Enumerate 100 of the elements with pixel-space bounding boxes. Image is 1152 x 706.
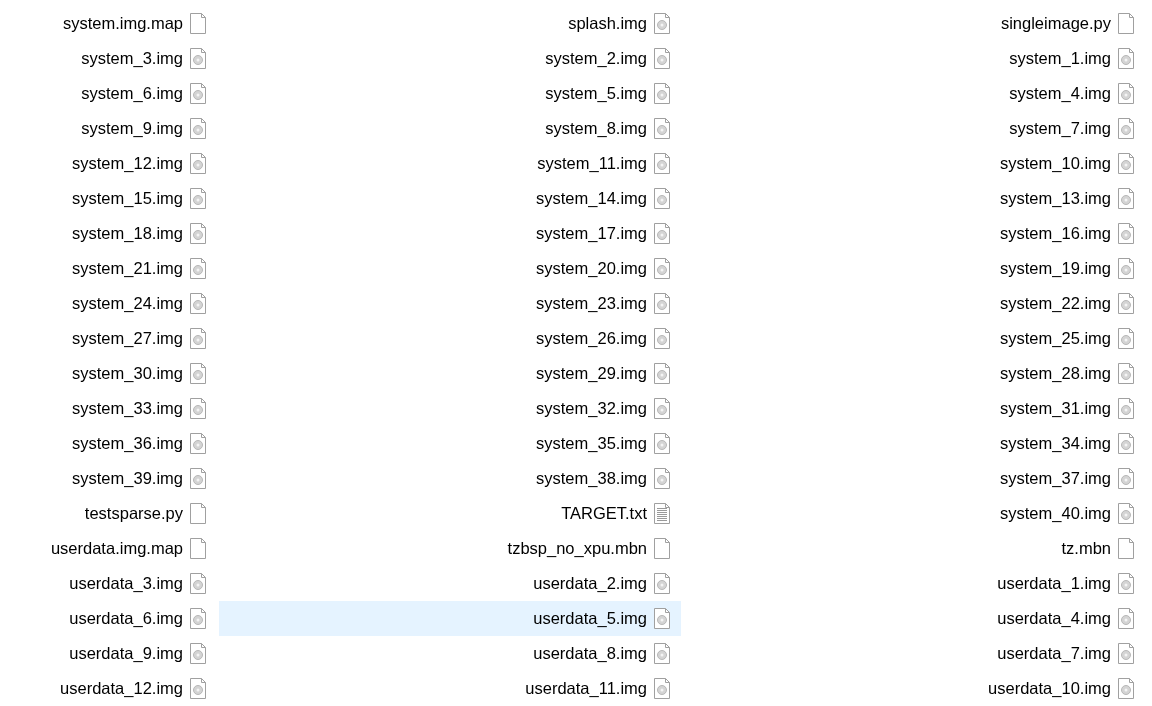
file-item[interactable]: system_9.img [0, 111, 217, 146]
file-item[interactable]: userdata_3.img [0, 566, 217, 601]
disc-image-file-icon [189, 467, 207, 490]
file-item[interactable]: userdata_2.img [219, 566, 681, 601]
file-item[interactable]: system_20.img [219, 251, 681, 286]
file-item[interactable]: singleimage.py [683, 6, 1145, 41]
disc-image-file-icon [189, 292, 207, 315]
disc-image-file-icon [653, 12, 671, 35]
file-item[interactable]: TARGET.txt [219, 496, 681, 531]
file-item[interactable]: system_28.img [683, 356, 1145, 391]
disc-image-file-icon [1117, 642, 1135, 665]
file-item[interactable]: userdata_4.img [683, 601, 1145, 636]
disc-image-file-icon [1117, 607, 1135, 630]
file-item[interactable]: system_40.img [683, 496, 1145, 531]
file-item[interactable]: system_1.img [683, 41, 1145, 76]
file-item[interactable]: system_39.img [0, 461, 217, 496]
disc-image-file-icon [189, 257, 207, 280]
file-item[interactable]: system_30.img [0, 356, 217, 391]
disc-image-file-icon [1117, 292, 1135, 315]
disc-image-file-icon [1117, 187, 1135, 210]
disc-image-file-icon [1117, 257, 1135, 280]
disc-image-file-icon [1117, 327, 1135, 350]
file-item[interactable]: userdata_9.img [0, 636, 217, 671]
disc-image-file-icon [653, 642, 671, 665]
disc-image-file-icon [653, 152, 671, 175]
file-item[interactable]: system_21.img [0, 251, 217, 286]
file-item[interactable]: system_24.img [0, 286, 217, 321]
file-item[interactable]: system_11.img [219, 146, 681, 181]
file-item[interactable]: system_17.img [219, 216, 681, 251]
disc-image-file-icon [189, 572, 207, 595]
file-item[interactable]: system_38.img [219, 461, 681, 496]
file-icon [189, 502, 207, 525]
disc-image-file-icon [189, 327, 207, 350]
disc-image-file-icon [653, 327, 671, 350]
disc-image-file-icon [189, 82, 207, 105]
file-item[interactable]: userdata_11.img [219, 671, 681, 706]
disc-image-file-icon [189, 47, 207, 70]
file-item[interactable]: system_5.img [219, 76, 681, 111]
disc-image-file-icon [189, 117, 207, 140]
file-item[interactable]: system_36.img [0, 426, 217, 461]
disc-image-file-icon [189, 432, 207, 455]
file-item[interactable]: system_31.img [683, 391, 1145, 426]
file-item[interactable]: system_37.img [683, 461, 1145, 496]
file-item[interactable]: system_2.img [219, 41, 681, 76]
file-icon [189, 12, 207, 35]
file-item[interactable]: system_29.img [219, 356, 681, 391]
file-item[interactable]: userdata.img.map [0, 531, 217, 566]
disc-image-file-icon [653, 432, 671, 455]
file-item[interactable]: system_10.img [683, 146, 1145, 181]
disc-image-file-icon [1117, 117, 1135, 140]
file-item[interactable]: system_4.img [683, 76, 1145, 111]
file-item[interactable]: system.img.map [0, 6, 217, 41]
disc-image-file-icon [189, 187, 207, 210]
file-item[interactable]: system_25.img [683, 321, 1145, 356]
file-item[interactable]: system_35.img [219, 426, 681, 461]
file-item[interactable]: system_26.img [219, 321, 681, 356]
file-item[interactable]: userdata_12.img [0, 671, 217, 706]
file-item[interactable]: tzbsp_no_xpu.mbn [219, 531, 681, 566]
file-item[interactable]: system_8.img [219, 111, 681, 146]
file-item[interactable]: system_19.img [683, 251, 1145, 286]
file-item[interactable]: userdata_7.img [683, 636, 1145, 671]
disc-image-file-icon [653, 572, 671, 595]
file-item[interactable]: system_23.img [219, 286, 681, 321]
disc-image-file-icon [653, 47, 671, 70]
file-item[interactable]: system_7.img [683, 111, 1145, 146]
file-item[interactable]: testsparse.py [0, 496, 217, 531]
file-item[interactable]: system_3.img [0, 41, 217, 76]
file-item[interactable]: system_18.img [0, 216, 217, 251]
file-item[interactable]: system_12.img [0, 146, 217, 181]
file-item[interactable]: userdata_1.img [683, 566, 1145, 601]
file-item[interactable]: system_15.img [0, 181, 217, 216]
disc-image-file-icon [653, 222, 671, 245]
text-file-icon [653, 502, 671, 525]
disc-image-file-icon [1117, 222, 1135, 245]
file-item[interactable]: system_6.img [0, 76, 217, 111]
file-item[interactable]: system_14.img [219, 181, 681, 216]
disc-image-file-icon [1117, 47, 1135, 70]
file-item[interactable]: system_27.img [0, 321, 217, 356]
disc-image-file-icon [653, 257, 671, 280]
file-item[interactable]: tz.mbn [683, 531, 1145, 566]
disc-image-file-icon [1117, 677, 1135, 700]
disc-image-file-icon [653, 117, 671, 140]
disc-image-file-icon [1117, 467, 1135, 490]
file-item[interactable]: userdata_5.img [219, 601, 681, 636]
file-item[interactable]: userdata_8.img [219, 636, 681, 671]
disc-image-file-icon [653, 467, 671, 490]
file-item[interactable]: system_22.img [683, 286, 1145, 321]
file-item[interactable]: system_34.img [683, 426, 1145, 461]
file-item[interactable]: userdata_10.img [683, 671, 1145, 706]
file-item[interactable]: splash.img [219, 6, 681, 41]
disc-image-file-icon [1117, 572, 1135, 595]
disc-image-file-icon [189, 397, 207, 420]
file-item[interactable]: system_32.img [219, 391, 681, 426]
file-item[interactable]: system_16.img [683, 216, 1145, 251]
file-item[interactable]: system_33.img [0, 391, 217, 426]
file-item[interactable]: userdata_6.img [0, 601, 217, 636]
file-item[interactable]: system_13.img [683, 181, 1145, 216]
disc-image-file-icon [1117, 502, 1135, 525]
disc-image-file-icon [653, 82, 671, 105]
disc-image-file-icon [1117, 397, 1135, 420]
